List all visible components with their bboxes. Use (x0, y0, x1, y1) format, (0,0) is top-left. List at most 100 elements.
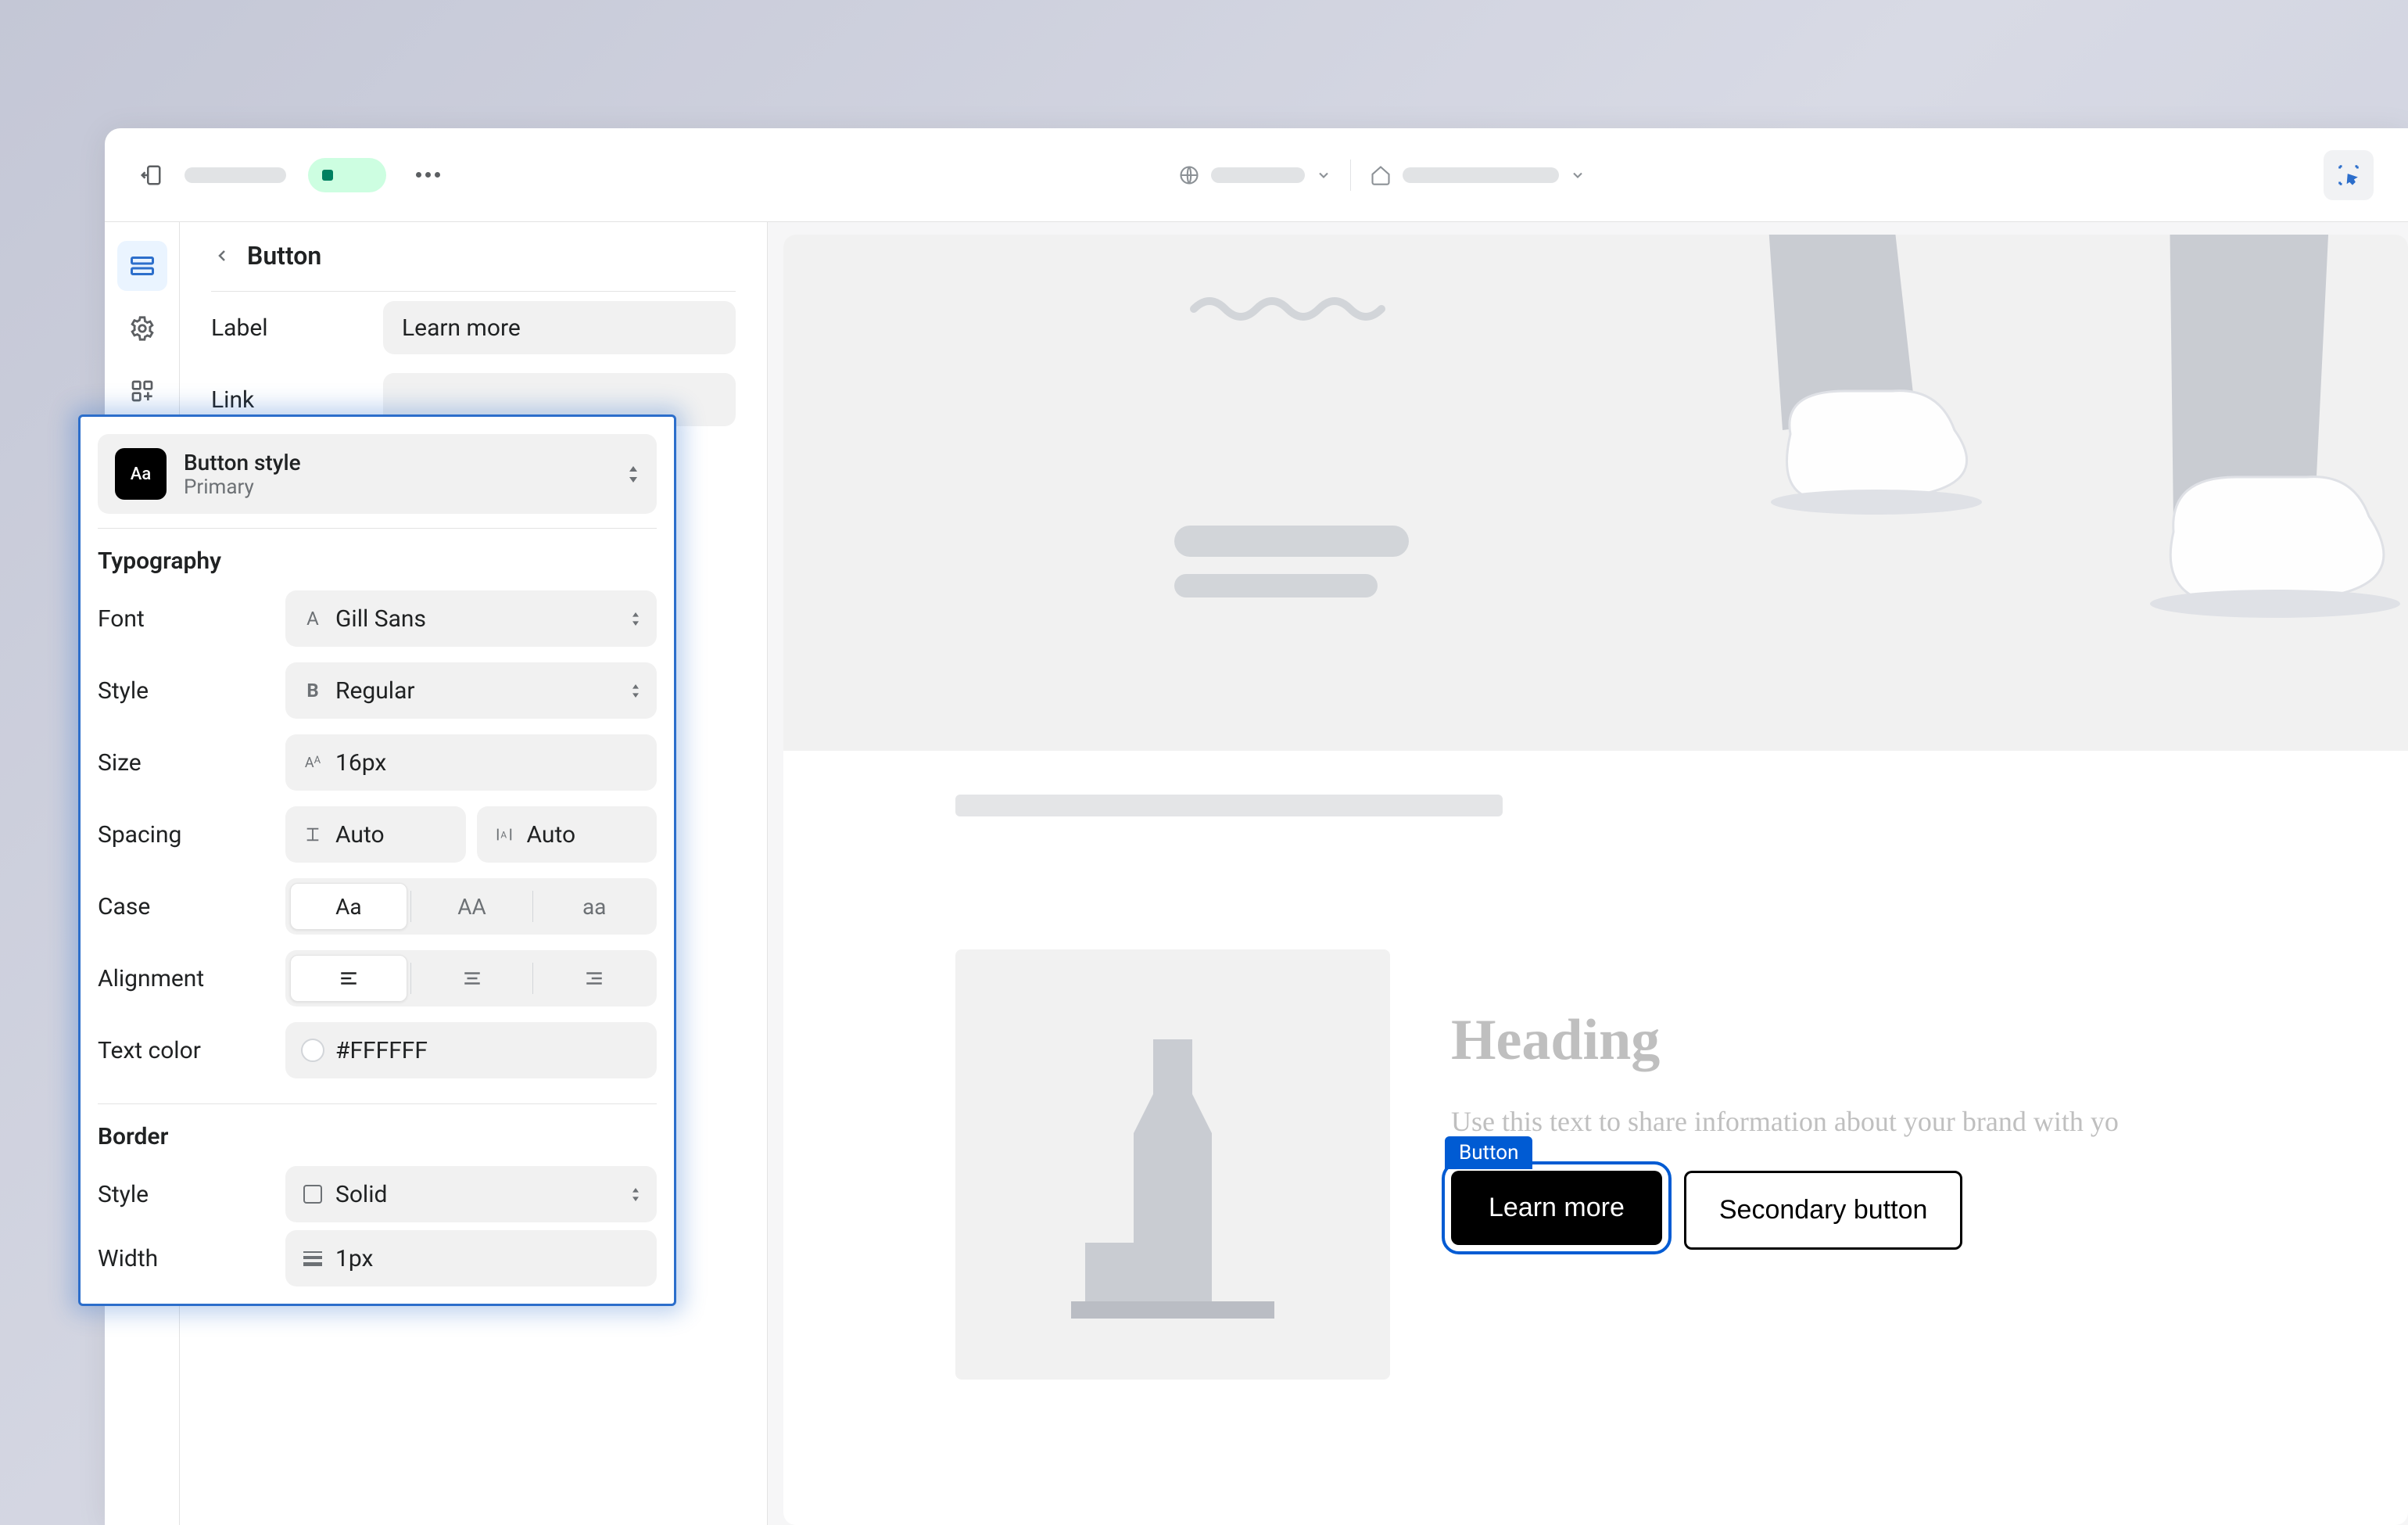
back-button[interactable] (211, 245, 233, 267)
text-color-row: Text color #FFFFFF (98, 1014, 657, 1086)
color-swatch-icon (301, 1039, 324, 1062)
font-select[interactable]: A Gill Sans (285, 590, 657, 647)
label-control-row: Label Learn more (211, 292, 736, 364)
align-right-icon (584, 968, 604, 989)
align-center-button[interactable] (414, 955, 530, 1002)
svg-text:A: A (500, 830, 507, 841)
typography-heading: Typography (98, 547, 657, 575)
size-row: Size AA 16px (98, 727, 657, 798)
content-body[interactable]: Use this text to share information about… (1451, 1105, 2408, 1138)
font-label: Font (98, 605, 285, 633)
text-content: Heading Use this text to share informati… (1451, 949, 2408, 1380)
letter-spacing-value: Auto (527, 821, 576, 849)
align-center-icon (462, 968, 482, 989)
rail-sections-button[interactable] (117, 241, 167, 291)
top-bar (105, 128, 2408, 222)
secondary-button[interactable]: Secondary button (1684, 1171, 1963, 1250)
case-label: Case (98, 893, 285, 920)
rail-apps-button[interactable] (117, 366, 167, 416)
more-menu-icon[interactable] (416, 172, 440, 178)
border-width-value: 1px (335, 1245, 373, 1272)
border-width-row: Width 1px (98, 1230, 657, 1286)
select-arrows-icon (630, 684, 641, 698)
style-selector-subtitle: Primary (184, 475, 610, 499)
alignment-label: Alignment (98, 965, 285, 992)
page-dropdown[interactable] (1370, 164, 1586, 186)
border-width-label: Width (98, 1245, 285, 1272)
bold-icon: B (301, 680, 324, 702)
chevron-left-icon (213, 246, 231, 265)
title-placeholder (185, 167, 286, 183)
style-row: Style B Regular (98, 655, 657, 727)
inspector-tool-button[interactable] (2324, 150, 2374, 200)
rail-settings-button[interactable] (117, 303, 167, 353)
border-style-row: Style Solid (98, 1158, 657, 1230)
border-width-icon (301, 1251, 324, 1266)
font-icon: A (301, 608, 324, 630)
align-right-button[interactable] (536, 955, 652, 1002)
top-center-controls (1178, 160, 1586, 191)
content-heading[interactable]: Heading (1451, 1007, 2408, 1074)
hero-section[interactable] (783, 235, 2408, 751)
alignment-segmented-control (285, 950, 657, 1006)
label-input-value: Learn more (402, 314, 521, 342)
text-color-input[interactable]: #FFFFFF (285, 1022, 657, 1078)
header-placeholder (955, 795, 1503, 816)
hero-text-placeholder (1174, 526, 1409, 597)
exit-editor-icon[interactable] (139, 163, 163, 187)
style-swatch-text: Aa (131, 465, 151, 484)
label-input[interactable]: Learn more (383, 301, 736, 354)
size-label: Size (98, 749, 285, 777)
chevron-down-icon (1570, 167, 1586, 183)
spacing-row: Spacing Auto A Auto (98, 798, 657, 870)
font-size-icon: AA (301, 755, 324, 771)
alignment-row: Alignment (98, 942, 657, 1014)
border-heading: Border (98, 1123, 657, 1150)
align-left-icon (339, 968, 359, 989)
squiggle-decoration (1190, 289, 1393, 321)
border-style-value: Solid (335, 1181, 387, 1208)
image-text-section[interactable]: Heading Use this text to share informati… (783, 816, 2408, 1380)
selection-tag: Button (1445, 1136, 1532, 1169)
status-dot-icon (322, 170, 333, 181)
primary-button[interactable]: Learn more (1451, 1171, 1662, 1245)
chevron-down-icon (1316, 167, 1331, 183)
select-arrows-icon (630, 612, 641, 626)
case-row: Case Aa AA aa (98, 870, 657, 942)
preview-page[interactable]: Heading Use this text to share informati… (783, 235, 2408, 1525)
border-style-label: Style (98, 1181, 285, 1208)
size-input[interactable]: AA 16px (285, 734, 657, 791)
border-style-select[interactable]: Solid (285, 1166, 657, 1222)
line-height-input[interactable]: Auto (285, 806, 466, 863)
sort-arrows-icon (627, 466, 640, 483)
case-option-uppercase[interactable]: AA (414, 883, 530, 930)
case-option-titlecase[interactable]: Aa (290, 883, 407, 930)
panel-title: Button (247, 241, 321, 271)
label-control-label: Label (211, 314, 383, 342)
line-height-icon (301, 826, 324, 843)
font-value: Gill Sans (335, 605, 426, 633)
case-option-lowercase[interactable]: aa (536, 883, 652, 930)
align-left-button[interactable] (290, 955, 407, 1002)
home-icon (1370, 164, 1392, 186)
line-height-value: Auto (335, 821, 385, 849)
image-placeholder[interactable] (955, 949, 1390, 1380)
style-select[interactable]: B Regular (285, 662, 657, 719)
letter-spacing-input[interactable]: A Auto (477, 806, 658, 863)
style-selector-title: Button style (184, 450, 610, 475)
selected-button-wrap: Button Learn more (1451, 1171, 1662, 1245)
globe-icon (1178, 164, 1200, 186)
style-swatch: Aa (115, 448, 167, 500)
border-width-input[interactable]: 1px (285, 1230, 657, 1286)
button-style-selector[interactable]: Aa Button style Primary (98, 434, 657, 514)
text-color-value: #FFFFFF (335, 1037, 428, 1064)
divider (1350, 160, 1351, 191)
locale-dropdown[interactable] (1178, 164, 1331, 186)
panel-header: Button (211, 241, 736, 292)
status-badge (308, 158, 386, 192)
top-right-tools (2324, 150, 2374, 200)
preview-canvas: Heading Use this text to share informati… (768, 222, 2408, 1525)
button-style-panel: Aa Button style Primary Typography Font … (78, 414, 676, 1306)
text-color-label: Text color (98, 1037, 285, 1064)
font-row: Font A Gill Sans (98, 583, 657, 655)
